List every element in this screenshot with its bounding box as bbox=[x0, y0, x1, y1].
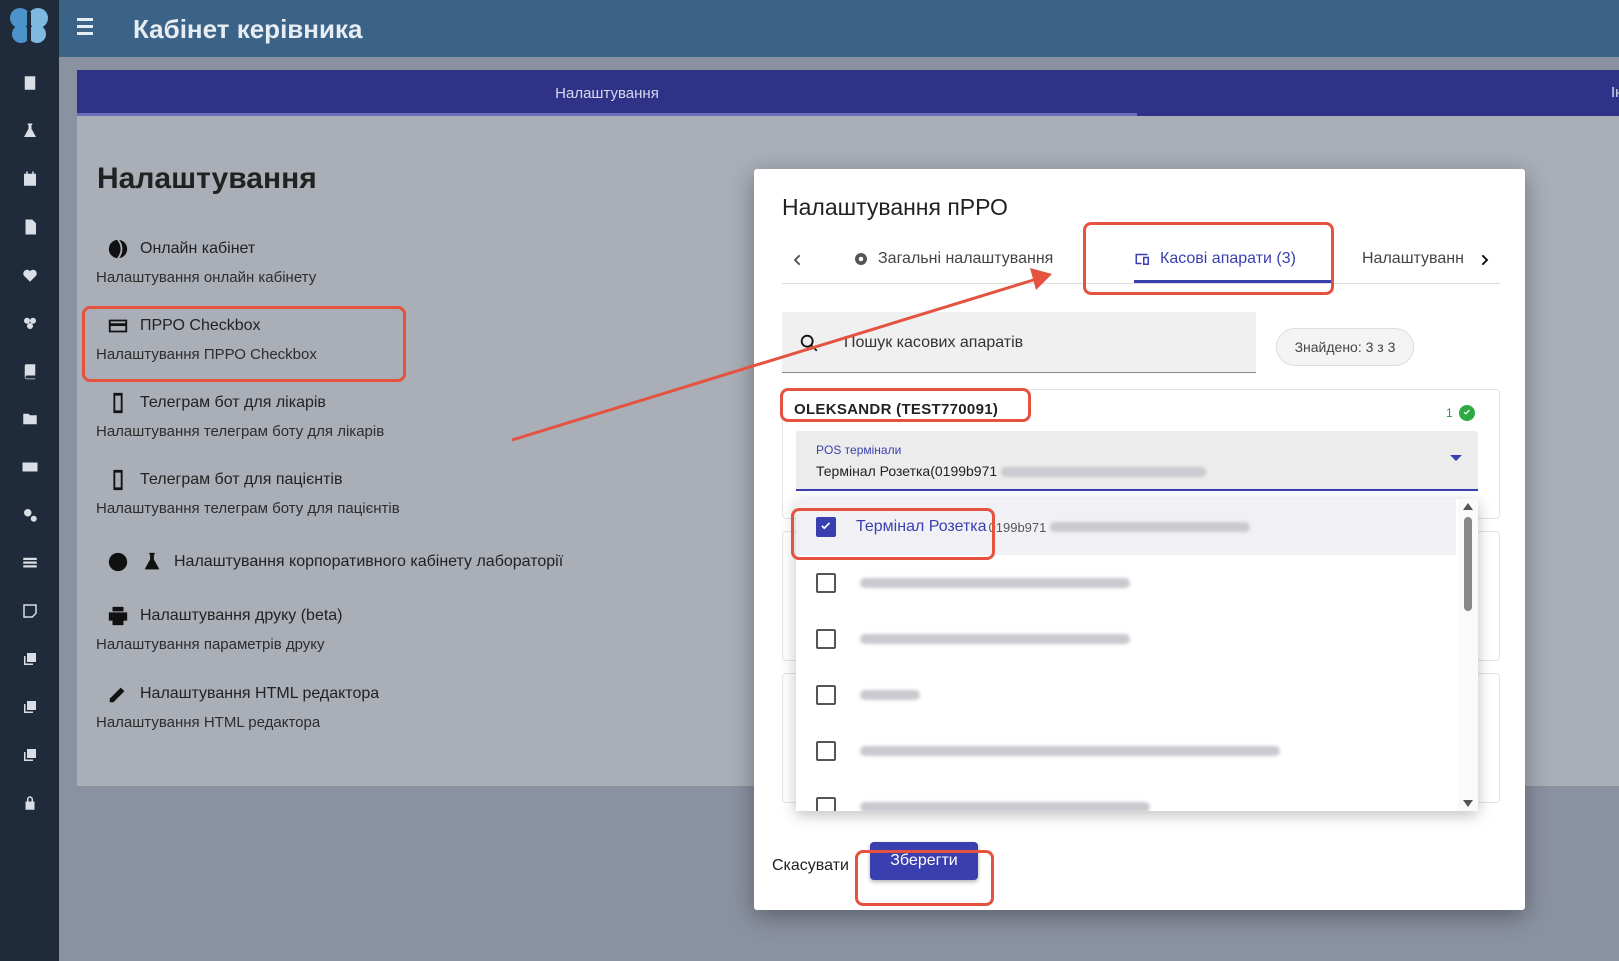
printer-icon bbox=[106, 604, 130, 628]
note-icon[interactable] bbox=[19, 600, 41, 622]
dropdown-option[interactable] bbox=[796, 667, 1456, 723]
app-logo[interactable] bbox=[6, 4, 52, 46]
highlight-terminal-option bbox=[791, 508, 995, 560]
setting-title: Налаштування корпоративного кабінету лаб… bbox=[174, 553, 564, 570]
copy-icon[interactable] bbox=[19, 648, 41, 670]
document-icon[interactable] bbox=[19, 216, 41, 238]
setting-telegram-patients[interactable]: Телеграм бот для пацієнтів Налаштування … bbox=[96, 468, 400, 517]
dropdown-arrow-icon[interactable] bbox=[1450, 455, 1462, 461]
page-tabs: Налаштування Ін bbox=[77, 70, 1619, 116]
lock-icon[interactable] bbox=[19, 792, 41, 814]
folder-icon[interactable] bbox=[19, 408, 41, 430]
money-icon[interactable] bbox=[19, 456, 41, 478]
tab-label: Налаштуванн bbox=[1362, 250, 1464, 267]
calendar-icon[interactable] bbox=[19, 168, 41, 190]
pencil-icon bbox=[106, 682, 130, 706]
terminal-count: 1 bbox=[1446, 406, 1453, 420]
heart-pulse-icon[interactable] bbox=[19, 264, 41, 286]
tab-general-settings[interactable]: Загальні налаштування bbox=[852, 250, 1053, 268]
phone-check-icon bbox=[106, 391, 130, 415]
globe-icon bbox=[106, 237, 130, 261]
chevron-right-icon[interactable] bbox=[1474, 249, 1496, 271]
setting-title: Налаштування HTML редактора bbox=[140, 685, 380, 702]
found-count-badge: Знайдено: 3 з 3 bbox=[1276, 328, 1414, 366]
tab-label: Загальні налаштування bbox=[878, 250, 1054, 267]
search-input[interactable]: Пошук касових апаратів bbox=[782, 312, 1256, 373]
scrollbar[interactable] bbox=[1458, 499, 1478, 811]
dialog-title: Налаштування пРРО bbox=[782, 194, 1008, 220]
search-placeholder: Пошук касових апаратів bbox=[844, 334, 1024, 351]
setting-subtitle: Налаштування онлайн кабінету bbox=[96, 269, 317, 286]
tab-more-settings[interactable]: Налаштуванн bbox=[1362, 250, 1464, 268]
group-icon[interactable] bbox=[19, 312, 41, 334]
page-title: Налаштування bbox=[97, 162, 317, 195]
gear-icon bbox=[855, 253, 867, 265]
pos-terminals-select[interactable]: POS термінали Термінал Розетка(0199b971 bbox=[796, 431, 1478, 491]
setting-online-cabinet[interactable]: Онлайн кабінет Налаштування онлайн кабін… bbox=[96, 237, 316, 286]
checkbox[interactable] bbox=[816, 797, 836, 811]
app-title: Кабінет керівника bbox=[133, 14, 363, 44]
flask-icon bbox=[140, 550, 164, 574]
list-icon[interactable] bbox=[19, 552, 41, 574]
setting-title: Телеграм бот для пацієнтів bbox=[140, 471, 343, 488]
top-bar: Кабінет керівника bbox=[59, 0, 1619, 57]
option-id: 0199b971 bbox=[988, 519, 1047, 535]
copy-icon[interactable] bbox=[19, 744, 41, 766]
menu-icon[interactable] bbox=[77, 18, 95, 38]
highlight-prro bbox=[82, 306, 406, 382]
setting-lab-cabinet[interactable]: Налаштування корпоративного кабінету лаб… bbox=[96, 550, 563, 574]
tab-settings[interactable]: Налаштування bbox=[77, 70, 1137, 116]
gears-icon[interactable] bbox=[19, 504, 41, 526]
setting-title: Онлайн кабінет bbox=[140, 240, 256, 257]
highlight-save bbox=[855, 850, 994, 906]
setting-subtitle: Налаштування параметрів друку bbox=[96, 636, 325, 653]
dropdown-option[interactable] bbox=[796, 555, 1456, 611]
checkbox[interactable] bbox=[816, 629, 836, 649]
highlight-cash-register bbox=[780, 388, 1031, 422]
dropdown-option[interactable] bbox=[796, 723, 1456, 779]
scroll-up-icon[interactable] bbox=[1463, 503, 1473, 510]
terminal-count-badge: 1 bbox=[1446, 405, 1475, 421]
setting-subtitle: Налаштування телеграм боту для лікарів bbox=[96, 423, 385, 440]
select-value: Термінал Розетка(0199b971 bbox=[816, 463, 1207, 479]
dropdown-option[interactable] bbox=[796, 779, 1456, 811]
setting-subtitle: Налаштування HTML редактора bbox=[96, 714, 321, 731]
setting-telegram-doctors[interactable]: Телеграм бот для лікарів Налаштування те… bbox=[96, 391, 384, 440]
setting-title: Налаштування друку (beta) bbox=[140, 607, 343, 624]
book-icon[interactable] bbox=[19, 360, 41, 382]
check-circle-icon bbox=[1458, 405, 1475, 421]
patient-card-icon[interactable] bbox=[19, 72, 41, 94]
chevron-left-icon[interactable] bbox=[786, 249, 808, 271]
select-value-text: Термінал Розетка(0199b971 bbox=[816, 463, 998, 479]
setting-html-editor[interactable]: Налаштування HTML редактора Налаштування… bbox=[96, 682, 379, 731]
select-label: POS термінали bbox=[816, 443, 902, 457]
globe-icon bbox=[106, 550, 130, 574]
tab-info[interactable]: Ін bbox=[1611, 84, 1619, 101]
checkbox[interactable] bbox=[816, 741, 836, 761]
checkbox[interactable] bbox=[816, 573, 836, 593]
sidebar bbox=[0, 0, 59, 961]
scroll-thumb[interactable] bbox=[1464, 517, 1472, 611]
highlight-cash-tab bbox=[1083, 222, 1334, 295]
copy-icon[interactable] bbox=[19, 696, 41, 718]
checkbox[interactable] bbox=[816, 685, 836, 705]
cancel-button[interactable]: Скасувати bbox=[772, 857, 849, 875]
scroll-down-icon[interactable] bbox=[1463, 800, 1473, 807]
phone-check-icon bbox=[106, 468, 130, 492]
setting-title: Телеграм бот для лікарів bbox=[140, 394, 326, 411]
search-icon bbox=[800, 334, 818, 352]
setting-subtitle: Налаштування телеграм боту для пацієнтів bbox=[96, 500, 400, 517]
setting-print[interactable]: Налаштування друку (beta) Налаштування п… bbox=[96, 604, 343, 653]
dropdown-option[interactable] bbox=[796, 611, 1456, 667]
flask-icon[interactable] bbox=[19, 120, 41, 142]
